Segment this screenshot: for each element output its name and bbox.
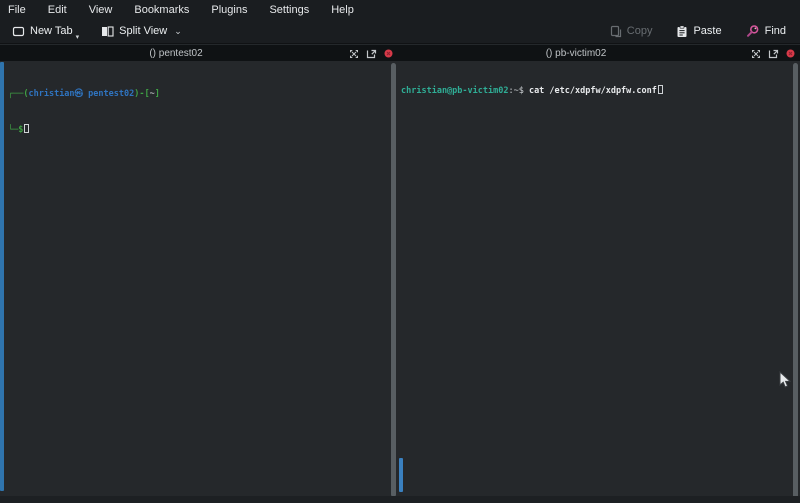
- pane-title: () pentest02: [0, 48, 352, 59]
- pane-header-pentest02[interactable]: () pentest02: [0, 45, 398, 62]
- detach-view-icon[interactable]: [768, 49, 779, 59]
- maximize-view-icon[interactable]: [349, 49, 359, 59]
- konsole-window: File Edit View Bookmarks Plugins Setting…: [0, 0, 800, 503]
- split-view-label: Split View: [119, 25, 167, 37]
- copy-label: Copy: [627, 25, 653, 37]
- new-tab-button[interactable]: New Tab ▾: [8, 20, 83, 42]
- new-tab-icon: [12, 25, 25, 38]
- split-view-button[interactable]: Split View ⌄: [97, 20, 186, 42]
- terminal-pentest02[interactable]: ┌──(christian㉿ pentest02)-[~] └─$: [0, 61, 391, 496]
- chevron-down-icon[interactable]: ⌄: [174, 26, 182, 37]
- prompt-line-2: └─$: [8, 124, 160, 137]
- paste-icon: [676, 25, 688, 38]
- paste-button[interactable]: Paste: [672, 20, 725, 42]
- find-label: Find: [765, 25, 786, 37]
- menu-edit[interactable]: Edit: [48, 4, 67, 16]
- close-view-icon[interactable]: [384, 49, 393, 58]
- find-icon: [746, 24, 760, 38]
- menu-view[interactable]: View: [89, 4, 113, 16]
- new-output-indicator: [0, 62, 4, 491]
- terminal-cursor: [24, 124, 29, 133]
- detach-view-icon[interactable]: [366, 49, 377, 59]
- paste-label: Paste: [693, 25, 721, 37]
- new-tab-label: New Tab: [30, 25, 73, 37]
- terminal-text: christian@pb-victim02:~$ cat /etc/xdpfw/…: [401, 62, 663, 121]
- scrollbar-right-pane[interactable]: [793, 63, 798, 501]
- terminal-area: ┌──(christian㉿ pentest02)-[~] └─$ christ…: [0, 61, 800, 496]
- copy-button[interactable]: Copy: [606, 20, 657, 42]
- terminal-cursor: [658, 85, 663, 94]
- copy-icon: [610, 25, 622, 38]
- terminal-pb-victim02[interactable]: christian@pb-victim02:~$ cat /etc/xdpfw/…: [398, 61, 800, 496]
- prompt-line-1: ┌──(christian㉿ pentest02)-[~]: [8, 89, 160, 101]
- maximize-view-icon[interactable]: [751, 49, 761, 59]
- terminal-text: ┌──(christian㉿ pentest02)-[~] └─$: [8, 66, 160, 159]
- window-bottom-edge: [0, 496, 800, 503]
- pane-header-pb-victim02[interactable]: () pb-victim02: [398, 45, 800, 62]
- new-output-indicator: [399, 458, 403, 492]
- new-tab-dropdown-caret[interactable]: ▾: [76, 33, 80, 41]
- mouse-cursor: [779, 371, 792, 389]
- menu-file[interactable]: File: [8, 4, 26, 16]
- menu-settings[interactable]: Settings: [269, 4, 309, 16]
- pane-title: () pb-victim02: [398, 48, 754, 59]
- toolbar: New Tab ▾ Split View ⌄: [0, 19, 800, 44]
- find-button[interactable]: Find: [742, 20, 790, 42]
- split-headers-row: () pentest02: [0, 44, 800, 61]
- split-view-icon: [101, 25, 114, 38]
- prompt-line: christian@pb-victim02:~$ cat /etc/xdpfw/…: [401, 85, 663, 98]
- close-view-icon[interactable]: [786, 49, 795, 58]
- menu-bookmarks[interactable]: Bookmarks: [134, 4, 189, 16]
- scrollbar-left-pane[interactable]: [391, 63, 396, 497]
- menu-help[interactable]: Help: [331, 4, 354, 16]
- menu-plugins[interactable]: Plugins: [211, 4, 247, 16]
- menu-bar: File Edit View Bookmarks Plugins Setting…: [0, 0, 800, 19]
